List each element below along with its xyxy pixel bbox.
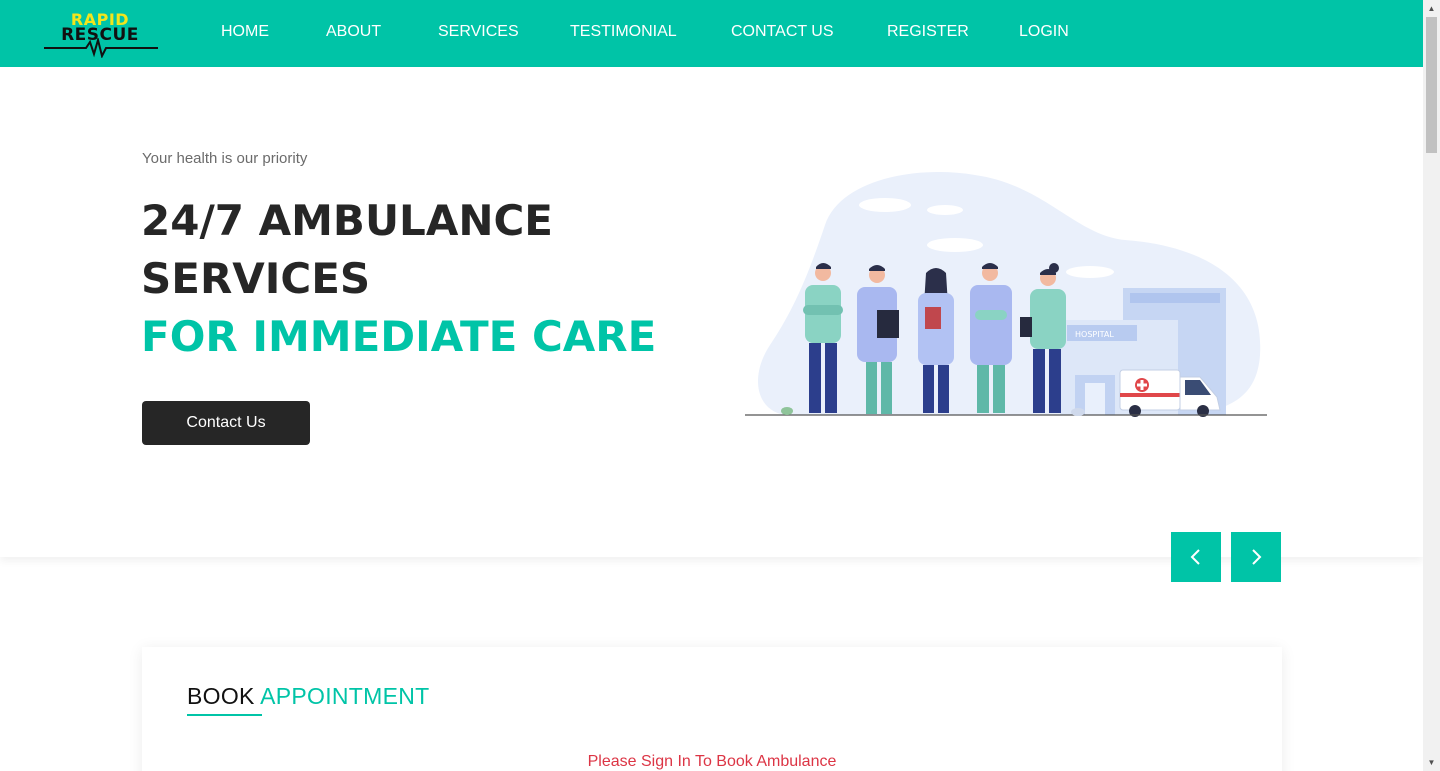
book-title-part-1: BOOK <box>187 683 255 709</box>
headline-line-3: FOR IMMEDIATE CARE <box>141 312 657 361</box>
medical-team-illustration: HOSPITAL <box>745 172 1267 417</box>
chevron-left-icon <box>1190 549 1200 565</box>
chevron-right-icon <box>1252 549 1262 565</box>
brand-logo[interactable]: RAPID RESCUE <box>44 10 158 58</box>
headline-line-2: SERVICES <box>141 254 371 303</box>
nav-services[interactable]: SERVICES <box>438 22 519 42</box>
nav-home[interactable]: HOME <box>221 22 269 42</box>
scrollbar-thumb[interactable] <box>1426 17 1437 153</box>
nav-register[interactable]: REGISTER <box>887 22 969 42</box>
scroll-up-icon[interactable]: ▲ <box>1423 0 1440 17</box>
contact-us-button[interactable]: Contact Us <box>142 401 310 445</box>
navbar: RAPID RESCUE HOME ABOUT SERVICES TESTIMO… <box>0 0 1423 67</box>
nav-about[interactable]: ABOUT <box>326 22 381 42</box>
hospital-sign-text: HOSPITAL <box>1075 330 1114 339</box>
nav-testimonial[interactable]: TESTIMONIAL <box>570 22 677 42</box>
hero-headline: 24/7 AMBULANCE SERVICES FOR IMMEDIATE CA… <box>141 192 656 366</box>
carousel-prev-button[interactable] <box>1171 532 1221 582</box>
nav-login[interactable]: LOGIN <box>1019 22 1069 42</box>
carousel-next-button[interactable] <box>1231 532 1281 582</box>
nav-contact-us[interactable]: CONTACT US <box>731 22 834 42</box>
scroll-down-icon[interactable]: ▼ <box>1423 754 1440 771</box>
sign-in-message: Please Sign In To Book Ambulance <box>587 753 837 770</box>
book-appointment-title: BOOK APPOINTMENT <box>187 683 430 710</box>
page-scrollbar[interactable]: ▲ ▼ <box>1423 0 1440 771</box>
headline-line-1: 24/7 AMBULANCE <box>141 196 553 245</box>
hero-tagline: Your health is our priority <box>142 150 308 167</box>
title-underline <box>187 714 262 716</box>
book-appointment-card: BOOK APPOINTMENT Please Sign In To Book … <box>142 647 1282 771</box>
book-title-part-2: APPOINTMENT <box>260 683 430 709</box>
heartbeat-icon <box>44 38 158 58</box>
